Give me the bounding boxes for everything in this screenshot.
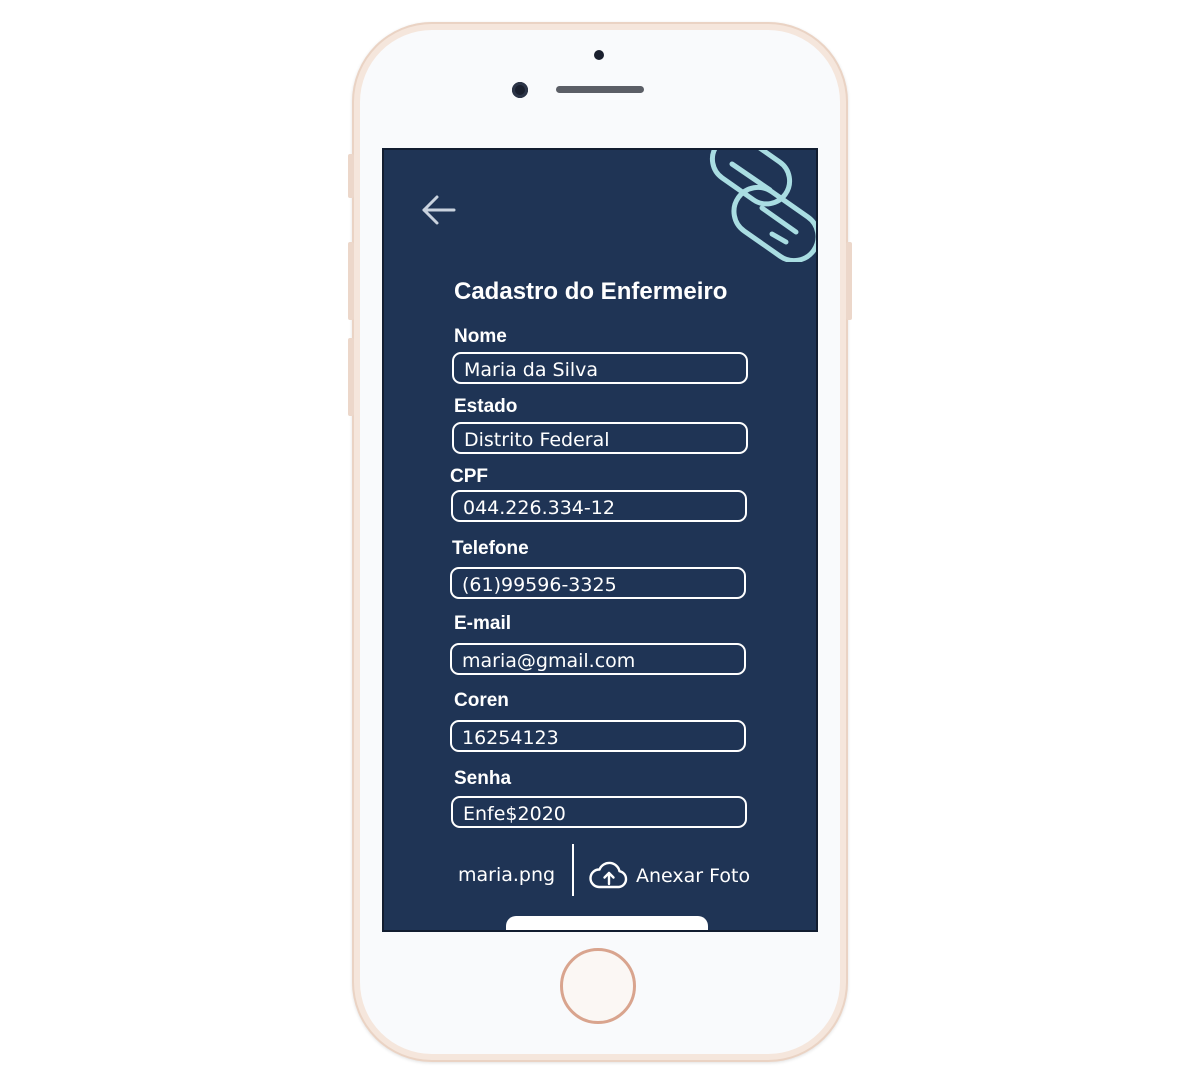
cpf-input[interactable] <box>451 490 747 522</box>
state-label: Estado <box>454 396 518 417</box>
app-screen: Cadastro do Enfermeiro Nome Estado CPF T… <box>382 148 818 932</box>
cpf-label: CPF <box>450 466 488 487</box>
proximity-sensor <box>594 50 604 60</box>
arrow-left-icon[interactable] <box>420 194 460 226</box>
name-label: Nome <box>454 326 507 347</box>
coren-label: Coren <box>454 690 509 711</box>
coren-input[interactable] <box>450 720 746 752</box>
page-title: Cadastro do Enfermeiro <box>454 278 728 305</box>
device-mockup: Cadastro do Enfermeiro Nome Estado CPF T… <box>0 0 1194 1078</box>
password-label: Senha <box>454 768 512 789</box>
phone-input[interactable] <box>450 567 746 599</box>
power-button <box>846 242 852 320</box>
phone-label: Telefone <box>452 538 529 559</box>
password-input[interactable] <box>451 796 747 828</box>
attachment-divider <box>572 844 574 896</box>
email-label: E-mail <box>454 613 512 634</box>
home-button[interactable] <box>560 948 636 1024</box>
cloud-upload-icon <box>589 861 628 889</box>
name-input[interactable] <box>452 352 748 384</box>
pill-capsules-icon <box>709 150 816 262</box>
volume-up-button <box>348 242 354 320</box>
attach-photo-button[interactable]: Anexar Foto <box>584 856 754 896</box>
front-camera <box>512 82 528 98</box>
state-input[interactable] <box>452 422 748 454</box>
email-input[interactable] <box>450 643 746 675</box>
attached-file-name: maria.png <box>458 864 556 886</box>
mute-switch <box>348 154 354 198</box>
earpiece-speaker <box>556 86 644 93</box>
volume-down-button <box>348 338 354 416</box>
attach-photo-label: Anexar Foto <box>636 865 751 887</box>
submit-button-partial[interactable] <box>506 916 708 930</box>
